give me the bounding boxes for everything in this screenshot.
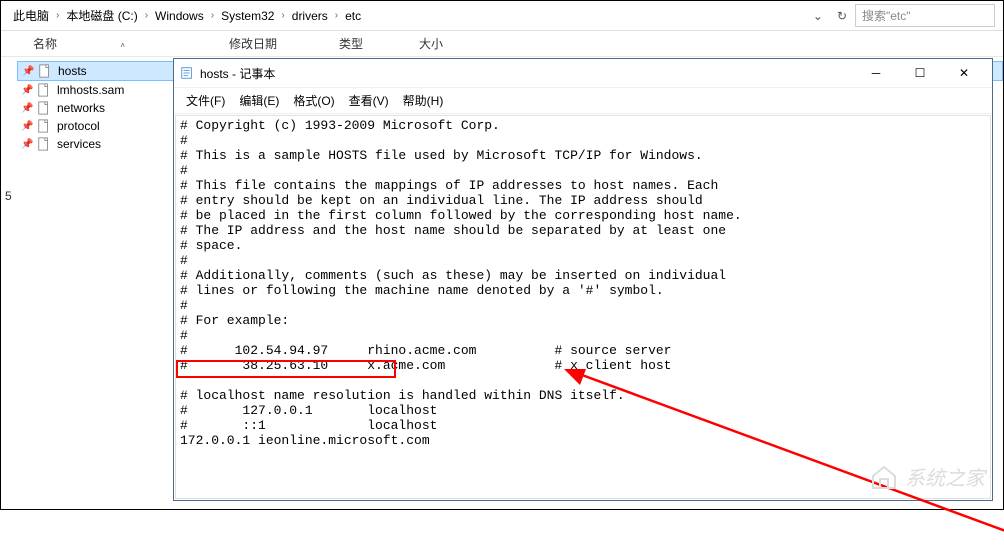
pin-icon: 📌 (21, 139, 31, 150)
close-button[interactable]: ✕ (942, 63, 986, 83)
search-placeholder: 搜索"etc" (862, 7, 911, 24)
pin-icon: 📌 (21, 103, 31, 114)
sort-arrow-icon: ˄ (120, 41, 125, 50)
file-icon (37, 101, 51, 115)
notepad-titlebar[interactable]: hosts - 记事本 ─ ☐ ✕ (174, 59, 992, 88)
window-controls: ─ ☐ ✕ (854, 63, 986, 83)
file-name: protocol (57, 119, 100, 133)
address-bar: 此电脑 › 本地磁盘 (C:) › Windows › System32 › d… (1, 1, 1003, 31)
file-icon (37, 83, 51, 97)
column-name-label: 名称 (33, 37, 57, 51)
menu-edit[interactable]: 编辑(E) (233, 90, 285, 111)
refresh-icon[interactable]: ↻ (833, 7, 851, 25)
menu-help[interactable]: 帮助(H) (397, 90, 450, 111)
file-icon (37, 137, 51, 151)
pin-icon: 📌 (22, 66, 32, 77)
chevron-right-icon: › (211, 10, 214, 21)
notepad-icon (180, 66, 194, 80)
column-date[interactable]: 修改日期 (229, 35, 339, 52)
chevron-down-icon[interactable]: ⌄ (809, 7, 827, 25)
crumb-system32[interactable]: System32 (217, 7, 278, 25)
file-name: networks (57, 101, 105, 115)
file-name: hosts (58, 64, 87, 78)
menu-file[interactable]: 文件(F) (180, 90, 231, 111)
minimize-button[interactable]: ─ (854, 63, 898, 83)
notepad-textarea[interactable]: # Copyright (c) 1993-2009 Microsoft Corp… (175, 115, 991, 499)
menu-format[interactable]: 格式(O) (287, 90, 340, 111)
crumb-pc[interactable]: 此电脑 (9, 5, 53, 26)
file-icon (38, 64, 52, 78)
notepad-menubar: 文件(F) 编辑(E) 格式(O) 查看(V) 帮助(H) (174, 88, 992, 114)
file-name: lmhosts.sam (57, 83, 124, 97)
menu-view[interactable]: 查看(V) (343, 90, 395, 111)
notepad-window: hosts - 记事本 ─ ☐ ✕ 文件(F) 编辑(E) 格式(O) 查看(V… (173, 58, 993, 501)
file-icon (37, 119, 51, 133)
notepad-title: hosts - 记事本 (200, 65, 854, 82)
file-name: services (57, 137, 101, 151)
chevron-right-icon: › (56, 10, 59, 21)
pin-icon: 📌 (21, 121, 31, 132)
breadcrumb[interactable]: 此电脑 › 本地磁盘 (C:) › Windows › System32 › d… (9, 5, 805, 26)
chevron-right-icon: › (335, 10, 338, 21)
column-size[interactable]: 大小 (419, 35, 479, 52)
column-headers: 名称 ˄ 修改日期 类型 大小 (1, 31, 1003, 57)
chevron-right-icon: › (281, 10, 284, 21)
crumb-windows[interactable]: Windows (151, 7, 208, 25)
maximize-button[interactable]: ☐ (898, 63, 942, 83)
search-input[interactable]: 搜索"etc" (855, 4, 995, 27)
chevron-right-icon: › (145, 10, 148, 21)
item-count: 5 (5, 189, 12, 203)
crumb-etc[interactable]: etc (341, 7, 365, 25)
crumb-drivers[interactable]: drivers (288, 7, 332, 25)
column-name[interactable]: 名称 ˄ (29, 35, 229, 52)
column-type[interactable]: 类型 (339, 35, 419, 52)
crumb-disk[interactable]: 本地磁盘 (C:) (62, 5, 141, 26)
pin-icon: 📌 (21, 85, 31, 96)
